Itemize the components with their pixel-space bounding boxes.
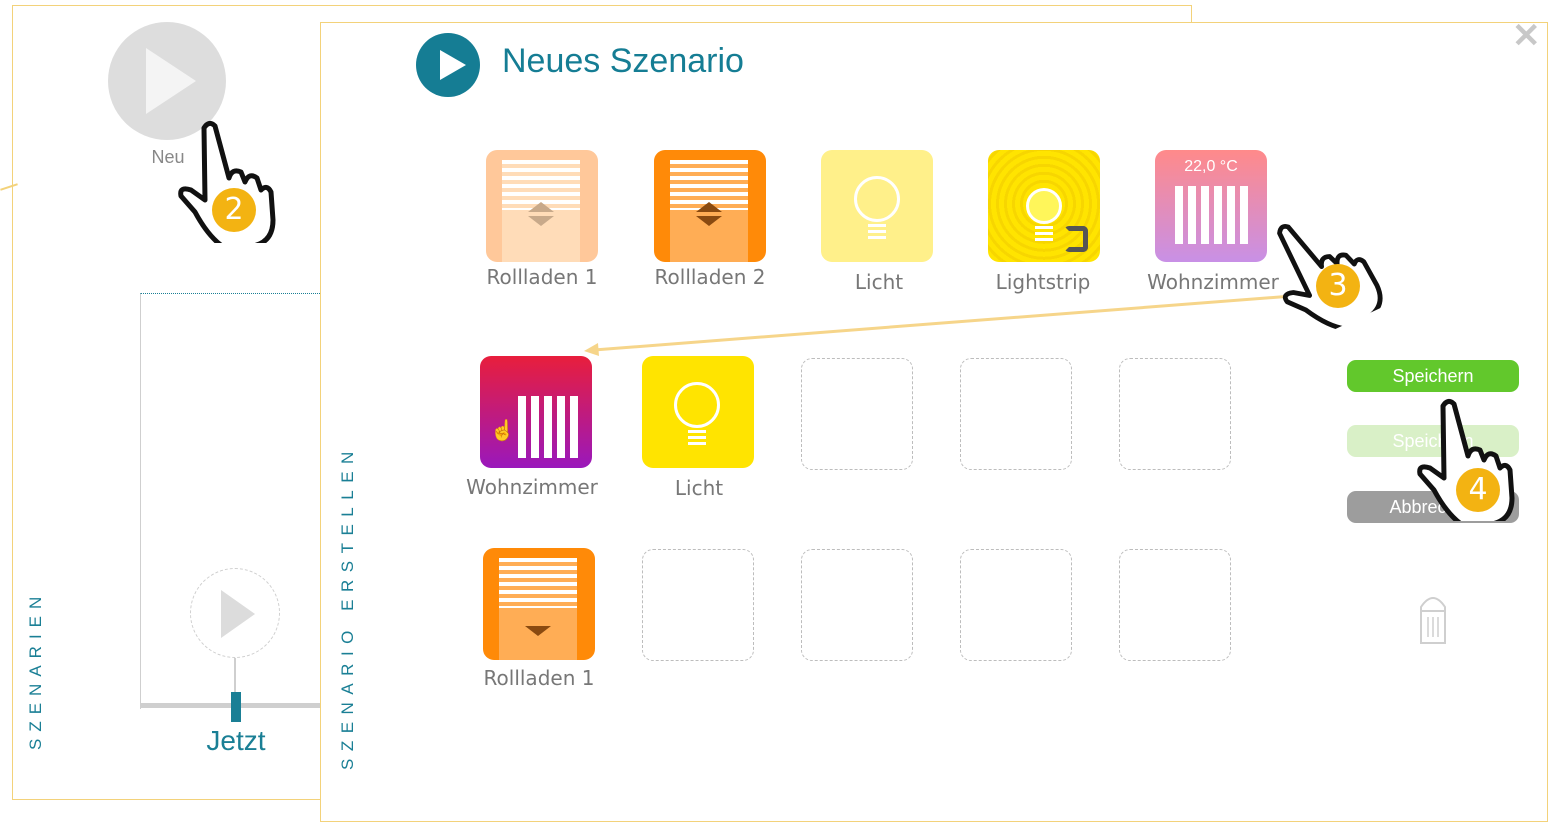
scenario-rollladen-1-tile[interactable]: [483, 548, 595, 660]
timeline-stem: [234, 658, 236, 694]
scenarios-vertical-label: SZENARIEN: [26, 589, 45, 751]
scenario-licht-tile[interactable]: [642, 356, 754, 468]
close-icon[interactable]: ✕: [1512, 19, 1541, 53]
save-button[interactable]: Speichern: [1347, 360, 1519, 392]
radiator-icon: [518, 396, 580, 458]
trash-icon[interactable]: [1418, 593, 1448, 645]
play-icon: [416, 33, 480, 97]
empty-slot[interactable]: [960, 549, 1072, 661]
bulb-icon: [854, 176, 900, 222]
arrow-up-icon: [528, 202, 554, 212]
empty-slot[interactable]: [801, 549, 913, 661]
arrow-down-icon: [525, 626, 551, 636]
empty-slot[interactable]: [801, 358, 913, 470]
empty-slot[interactable]: [960, 358, 1072, 470]
device-licht-tile[interactable]: [821, 150, 933, 262]
temperature-label: 22,0 °C: [1184, 158, 1238, 175]
empty-slot[interactable]: [1119, 358, 1231, 470]
device-rollladen-2-tile[interactable]: [654, 150, 766, 262]
empty-slot[interactable]: [642, 549, 754, 661]
scenario-label: Wohnzimmer: [466, 475, 598, 499]
empty-slot[interactable]: [1119, 549, 1231, 661]
scenario-label: Licht: [674, 476, 724, 500]
bulb-icon: [674, 382, 720, 428]
step-badge: 4: [1456, 468, 1500, 512]
now-marker[interactable]: [231, 692, 241, 722]
create-scenario-vertical-label: SZENARIO ERSTELLEN: [338, 444, 357, 771]
hand-pointer-icon: ☝: [490, 420, 515, 442]
arrow-down-icon: [528, 216, 554, 226]
drag-arrow: [584, 293, 1306, 356]
scenario-wohnzimmer-tile[interactable]: ☝: [480, 356, 592, 468]
dialog-title: Neues Szenario: [502, 42, 744, 80]
step-badge: 3: [1316, 264, 1360, 308]
arrow-up-icon: [696, 202, 722, 212]
step-badge: 2: [212, 188, 256, 232]
lightstrip-bulb-icon: [1026, 188, 1062, 224]
device-rollladen-1-tile[interactable]: [486, 150, 598, 262]
strip-icon: [1064, 226, 1088, 252]
placeholder-play-icon: [190, 568, 280, 658]
now-label: Jetzt: [206, 725, 266, 756]
device-label: Rollladen 1: [486, 265, 598, 289]
device-lightstrip-tile[interactable]: [988, 150, 1100, 262]
radiator-icon: [1175, 186, 1251, 244]
arrow-down-icon: [696, 216, 722, 226]
scenario-label: Rollladen 1: [483, 666, 595, 690]
device-label: Rollladen 2: [654, 265, 766, 289]
